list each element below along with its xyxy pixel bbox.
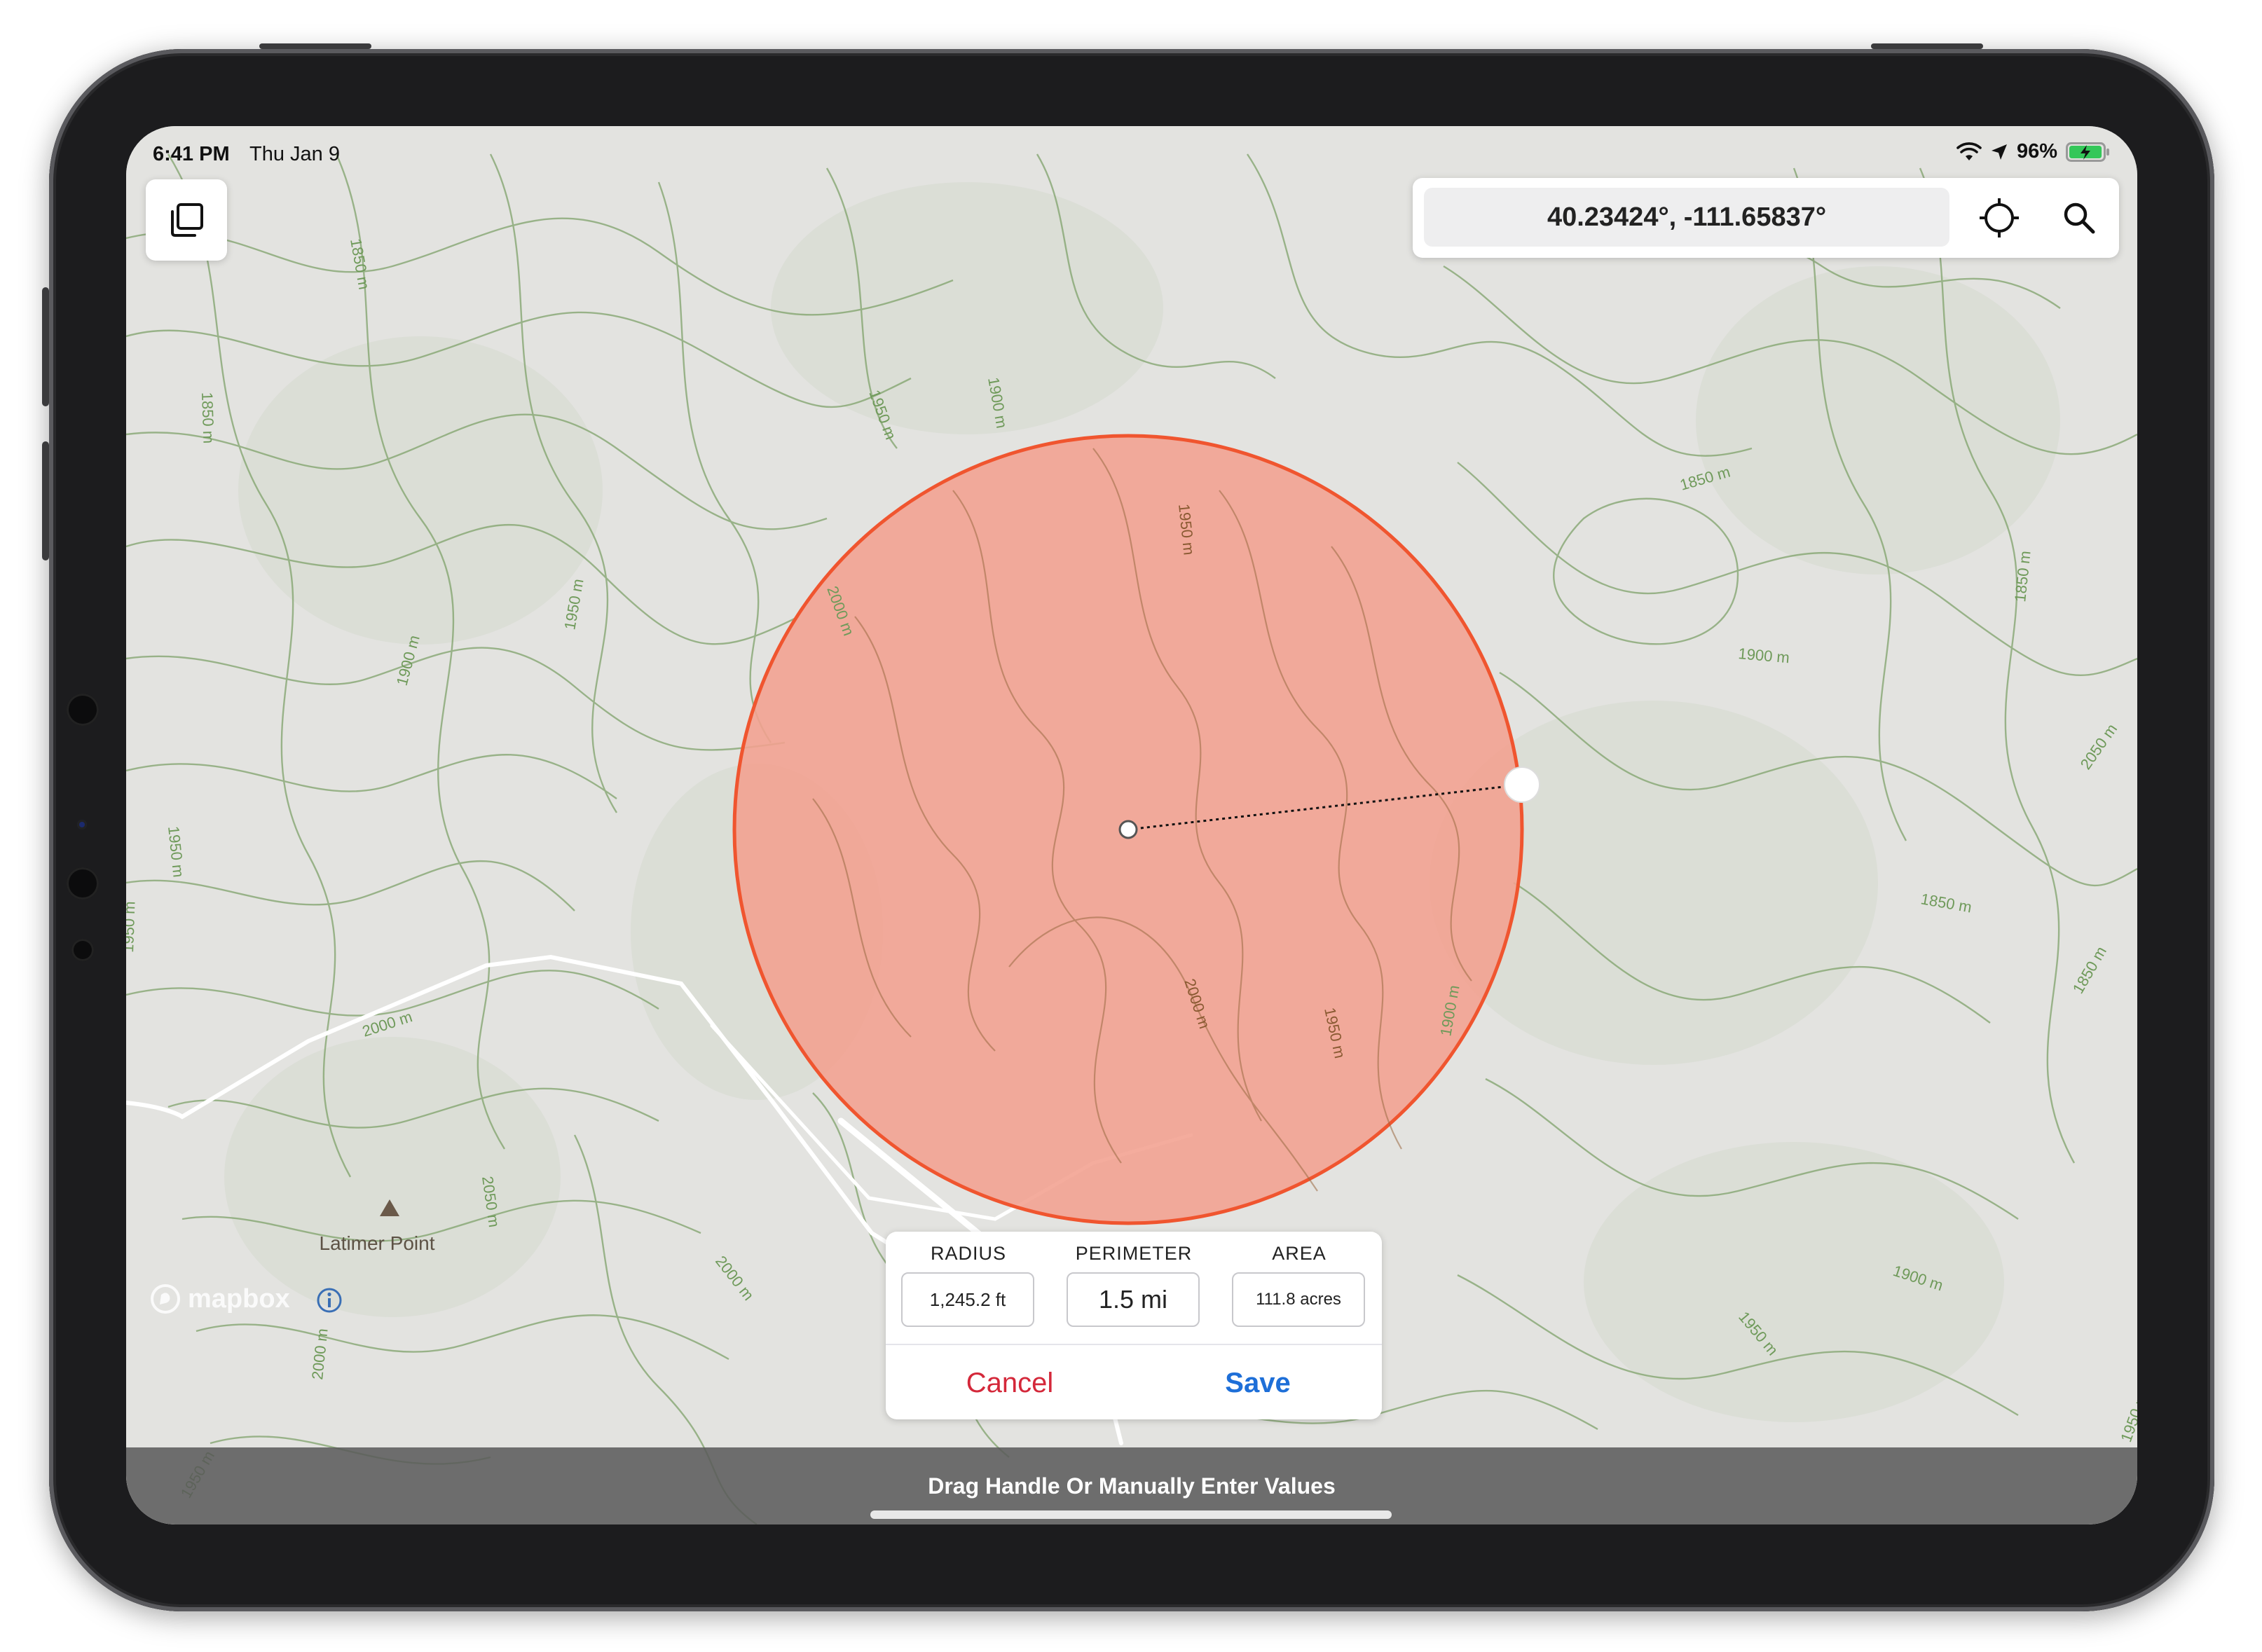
- home-indicator[interactable]: [870, 1510, 1392, 1519]
- perimeter-value: 1.5 mi: [1098, 1285, 1168, 1314]
- radius-drag-handle[interactable]: [1504, 766, 1540, 803]
- tablet-screen: Latimer Point 1850 m 1850 m 1950 m 1900 …: [126, 126, 2137, 1524]
- coordinate-text: 40.23424°, -111.65837°: [1547, 202, 1827, 232]
- status-time: 6:41 PM: [153, 143, 230, 165]
- coordinate-field[interactable]: 40.23424°, -111.65837°: [1424, 188, 1949, 247]
- battery-percent: 96%: [2016, 140, 2057, 163]
- contour-label: 1950 m: [126, 901, 139, 953]
- camera-flash-icon: [71, 939, 94, 961]
- search-button[interactable]: [2048, 186, 2111, 249]
- area-value: 111.8 acres: [1256, 1290, 1341, 1309]
- measure-panel: RADIUS 1,245.2 ft PERIMETER 1.5 mi AREA …: [886, 1232, 1382, 1419]
- coordinate-search-bar: 40.23424°, -111.65837°: [1413, 178, 2119, 258]
- instruction-text: Drag Handle Or Manually Enter Values: [928, 1473, 1336, 1499]
- perimeter-column: PERIMETER 1.5 mi: [1051, 1232, 1216, 1344]
- save-button[interactable]: Save: [1134, 1349, 1382, 1417]
- top-button-2: [1871, 43, 1983, 49]
- status-bar: 6:41 PM Thu Jan 9 96%: [126, 136, 2137, 175]
- wifi-icon: [1956, 142, 1982, 160]
- camera-sensor-icon: [67, 694, 99, 726]
- radius-input[interactable]: 1,245.2 ft: [901, 1272, 1034, 1327]
- place-label-latimer-point: Latimer Point: [320, 1232, 435, 1254]
- mapbox-attribution[interactable]: mapbox: [150, 1283, 290, 1314]
- locate-button[interactable]: [1968, 186, 2031, 249]
- battery-charging-icon: [2066, 142, 2109, 162]
- radius-label: RADIUS: [930, 1243, 1006, 1264]
- volume-down-button: [42, 441, 49, 560]
- layers-button[interactable]: [146, 179, 227, 261]
- mapbox-wordmark: mapbox: [188, 1283, 290, 1314]
- contour-label: 1850 m: [198, 392, 218, 443]
- area-input[interactable]: 111.8 acres: [1232, 1272, 1365, 1327]
- crosshair-icon: [1980, 198, 2019, 238]
- panel-divider: [886, 1344, 1382, 1345]
- circle-center-handle[interactable]: [1118, 820, 1138, 839]
- area-label: AREA: [1272, 1243, 1327, 1264]
- radius-value: 1,245.2 ft: [929, 1288, 1006, 1310]
- status-date: Thu Jan 9: [249, 143, 340, 165]
- search-icon: [2064, 202, 2095, 234]
- layers-icon: [171, 203, 203, 237]
- status-right: 96%: [1956, 140, 2111, 163]
- attribution-info-icon[interactable]: [315, 1286, 343, 1314]
- perimeter-input[interactable]: 1.5 mi: [1067, 1272, 1200, 1327]
- mapbox-logo-icon: [151, 1284, 180, 1314]
- camera-lens-icon: [67, 867, 99, 900]
- perimeter-label: PERIMETER: [1075, 1243, 1193, 1264]
- volume-up-button: [42, 287, 49, 406]
- location-arrow-icon: [1991, 144, 2007, 160]
- cancel-button[interactable]: Cancel: [886, 1349, 1134, 1417]
- radius-column: RADIUS 1,245.2 ft: [886, 1232, 1051, 1344]
- area-column: AREA 111.8 acres: [1216, 1232, 1382, 1344]
- top-button: [259, 43, 371, 49]
- camera-light-icon: [77, 820, 87, 830]
